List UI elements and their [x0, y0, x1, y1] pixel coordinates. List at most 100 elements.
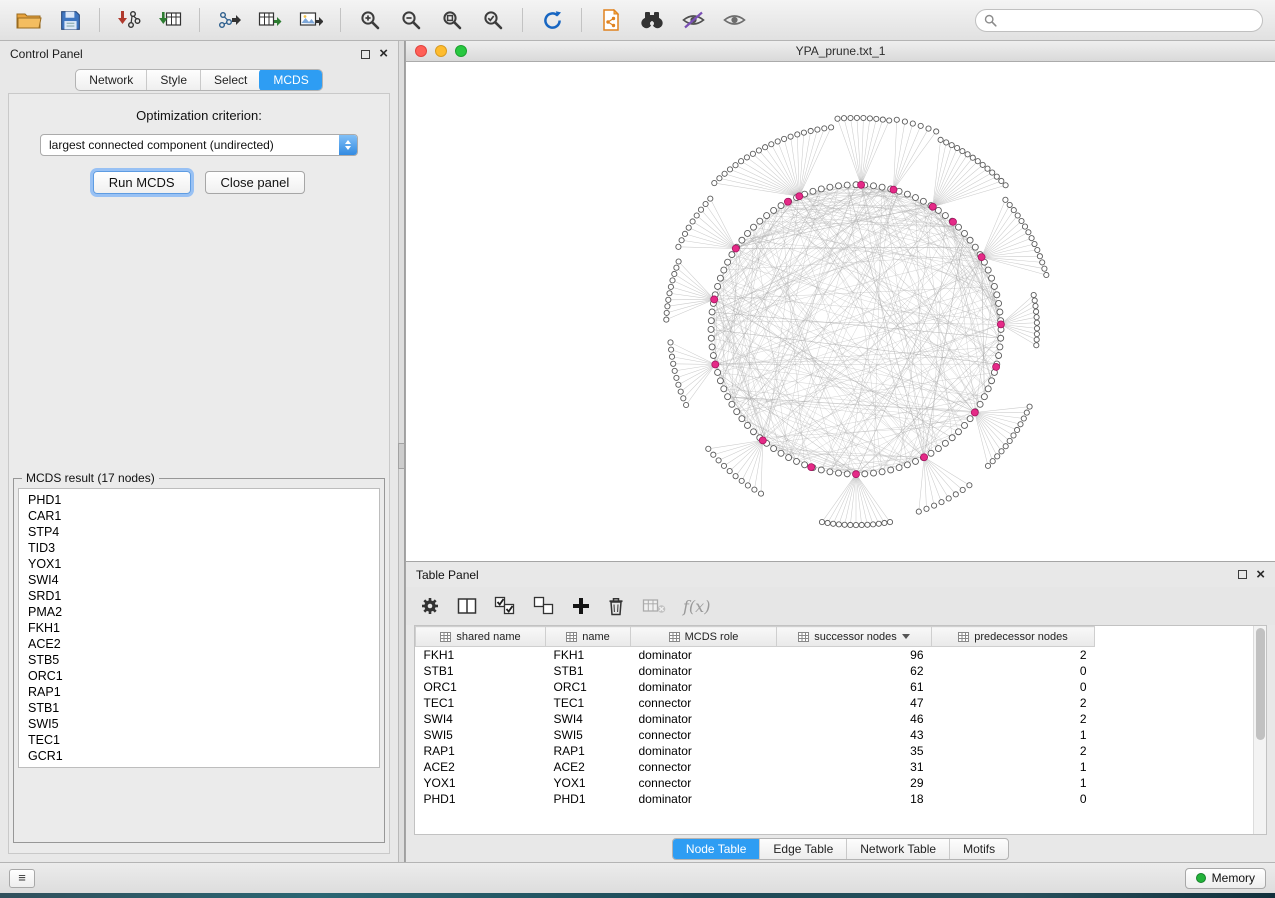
mcds-result-item[interactable]: GCR1: [28, 748, 370, 764]
scrollbar-thumb[interactable]: [1256, 628, 1265, 740]
close-panel-icon[interactable]: ×: [379, 49, 388, 59]
save-session-button[interactable]: [53, 5, 87, 35]
zoom-window-button[interactable]: [455, 45, 467, 57]
table-cell: 18: [777, 791, 932, 807]
tab-motifs[interactable]: Motifs: [949, 839, 1008, 859]
search-field[interactable]: [975, 9, 1263, 32]
zoom-fit-button[interactable]: [435, 5, 469, 35]
float-table-panel-icon[interactable]: [1238, 570, 1247, 579]
eye-slash-icon: [681, 10, 706, 30]
mcds-result-item[interactable]: STB5: [28, 652, 370, 668]
minimize-window-button[interactable]: [435, 45, 447, 57]
memory-button[interactable]: Memory: [1185, 868, 1266, 889]
zoom-in-button[interactable]: [353, 5, 387, 35]
tab-network-table[interactable]: Network Table: [846, 839, 949, 859]
toolbar-separator: [581, 8, 582, 32]
mcds-result-item[interactable]: STP4: [28, 524, 370, 540]
mcds-result-item[interactable]: TID3: [28, 540, 370, 556]
table-row[interactable]: STB1STB1dominator620: [416, 663, 1095, 679]
mcds-result-item[interactable]: ORC1: [28, 668, 370, 684]
run-mcds-button[interactable]: Run MCDS: [93, 171, 191, 194]
export-table-button[interactable]: [253, 5, 287, 35]
table-cell: dominator: [631, 711, 777, 727]
show-all-button[interactable]: [717, 5, 751, 35]
mcds-result-item[interactable]: STB1: [28, 700, 370, 716]
find-button[interactable]: [635, 5, 669, 35]
table-row[interactable]: RAP1RAP1dominator352: [416, 743, 1095, 759]
mcds-result-item[interactable]: CAR1: [28, 508, 370, 524]
add-column-button[interactable]: [572, 597, 590, 615]
tab-network[interactable]: Network: [76, 70, 146, 90]
table-row[interactable]: ACE2ACE2connector311: [416, 759, 1095, 775]
mcds-result-item[interactable]: SWI5: [28, 716, 370, 732]
gear-icon: [420, 596, 440, 616]
show-columns-button[interactable]: [457, 597, 477, 615]
tab-select[interactable]: Select: [200, 70, 260, 90]
toolbar-separator: [522, 8, 523, 32]
table-cell: dominator: [631, 663, 777, 679]
table-cell: connector: [631, 727, 777, 743]
column-header-mcds-role[interactable]: MCDS role: [631, 627, 777, 647]
splitter-handle-icon[interactable]: [398, 443, 405, 469]
mcds-result-item[interactable]: YOX1: [28, 556, 370, 572]
mcds-result-item[interactable]: RAP1: [28, 684, 370, 700]
mcds-result-item[interactable]: PHD1: [28, 492, 370, 508]
export-image-button[interactable]: [294, 5, 328, 35]
open-file-button[interactable]: [12, 5, 46, 35]
node-table-body: FKH1FKH1dominator962STB1STB1dominator620…: [416, 647, 1095, 807]
table-row[interactable]: ORC1ORC1dominator610: [416, 679, 1095, 695]
table-cell: ORC1: [416, 679, 546, 695]
import-network-button[interactable]: [112, 5, 146, 35]
panel-splitter[interactable]: [398, 41, 405, 862]
mcds-result-item[interactable]: SRD1: [28, 588, 370, 604]
deselect-all-button[interactable]: [533, 596, 555, 616]
network-from-selection-button[interactable]: [594, 5, 628, 35]
table-row[interactable]: SWI5SWI5connector431: [416, 727, 1095, 743]
mcds-result-item[interactable]: TEC1: [28, 732, 370, 748]
select-all-button[interactable]: [494, 596, 516, 616]
table-row[interactable]: TEC1TEC1connector472: [416, 695, 1095, 711]
float-panel-icon[interactable]: [361, 50, 370, 59]
apply-layout-button[interactable]: [535, 5, 569, 35]
column-header-successor-nodes[interactable]: successor nodes: [777, 627, 932, 647]
mcds-result-box: MCDS result (17 nodes) PHD1CAR1STP4TID3Y…: [13, 471, 385, 843]
control-panel-header: Control Panel ×: [0, 41, 398, 67]
table-scrollbar[interactable]: [1253, 626, 1266, 834]
import-table-button[interactable]: [153, 5, 187, 35]
column-header-predecessor-nodes[interactable]: predecessor nodes: [932, 627, 1095, 647]
network-canvas-svg[interactable]: [406, 62, 1275, 561]
tab-style[interactable]: Style: [146, 70, 200, 90]
table-row[interactable]: SWI4SWI4dominator462: [416, 711, 1095, 727]
close-table-panel-icon[interactable]: ×: [1256, 570, 1265, 580]
zoom-selected-button[interactable]: [476, 5, 510, 35]
criterion-select[interactable]: largest connected component (undirected): [40, 134, 358, 156]
status-menu-button[interactable]: ≡: [9, 869, 35, 888]
close-window-button[interactable]: [415, 45, 427, 57]
network-titlebar[interactable]: YPA_prune.txt_1: [406, 41, 1275, 62]
close-panel-button[interactable]: Close panel: [205, 171, 306, 194]
table-cell: YOX1: [416, 775, 546, 791]
hide-selection-button[interactable]: [676, 5, 710, 35]
zoom-out-button[interactable]: [394, 5, 428, 35]
column-header-shared-name[interactable]: shared name: [416, 627, 546, 647]
tab-mcds[interactable]: MCDS: [259, 69, 322, 91]
network-canvas[interactable]: [406, 62, 1275, 561]
mcds-result-item[interactable]: ACE2: [28, 636, 370, 652]
table-row[interactable]: FKH1FKH1dominator962: [416, 647, 1095, 663]
memory-label: Memory: [1212, 871, 1255, 885]
export-network-button[interactable]: [212, 5, 246, 35]
table-row[interactable]: YOX1YOX1connector291: [416, 775, 1095, 791]
tab-node-table[interactable]: Node Table: [672, 838, 761, 860]
mcds-result-item[interactable]: PMA2: [28, 604, 370, 620]
mcds-result-item[interactable]: SWI4: [28, 572, 370, 588]
table-cell: RAP1: [416, 743, 546, 759]
mcds-result-item[interactable]: FKH1: [28, 620, 370, 636]
select-stepper-icon[interactable]: [339, 134, 357, 156]
table-row[interactable]: PHD1PHD1dominator180: [416, 791, 1095, 807]
column-header-name[interactable]: name: [546, 627, 631, 647]
column-grid-icon: [566, 632, 577, 642]
tab-edge-table[interactable]: Edge Table: [759, 839, 846, 859]
table-settings-button[interactable]: [420, 596, 440, 616]
delete-column-button[interactable]: [607, 596, 625, 616]
search-input[interactable]: [1002, 13, 1254, 27]
